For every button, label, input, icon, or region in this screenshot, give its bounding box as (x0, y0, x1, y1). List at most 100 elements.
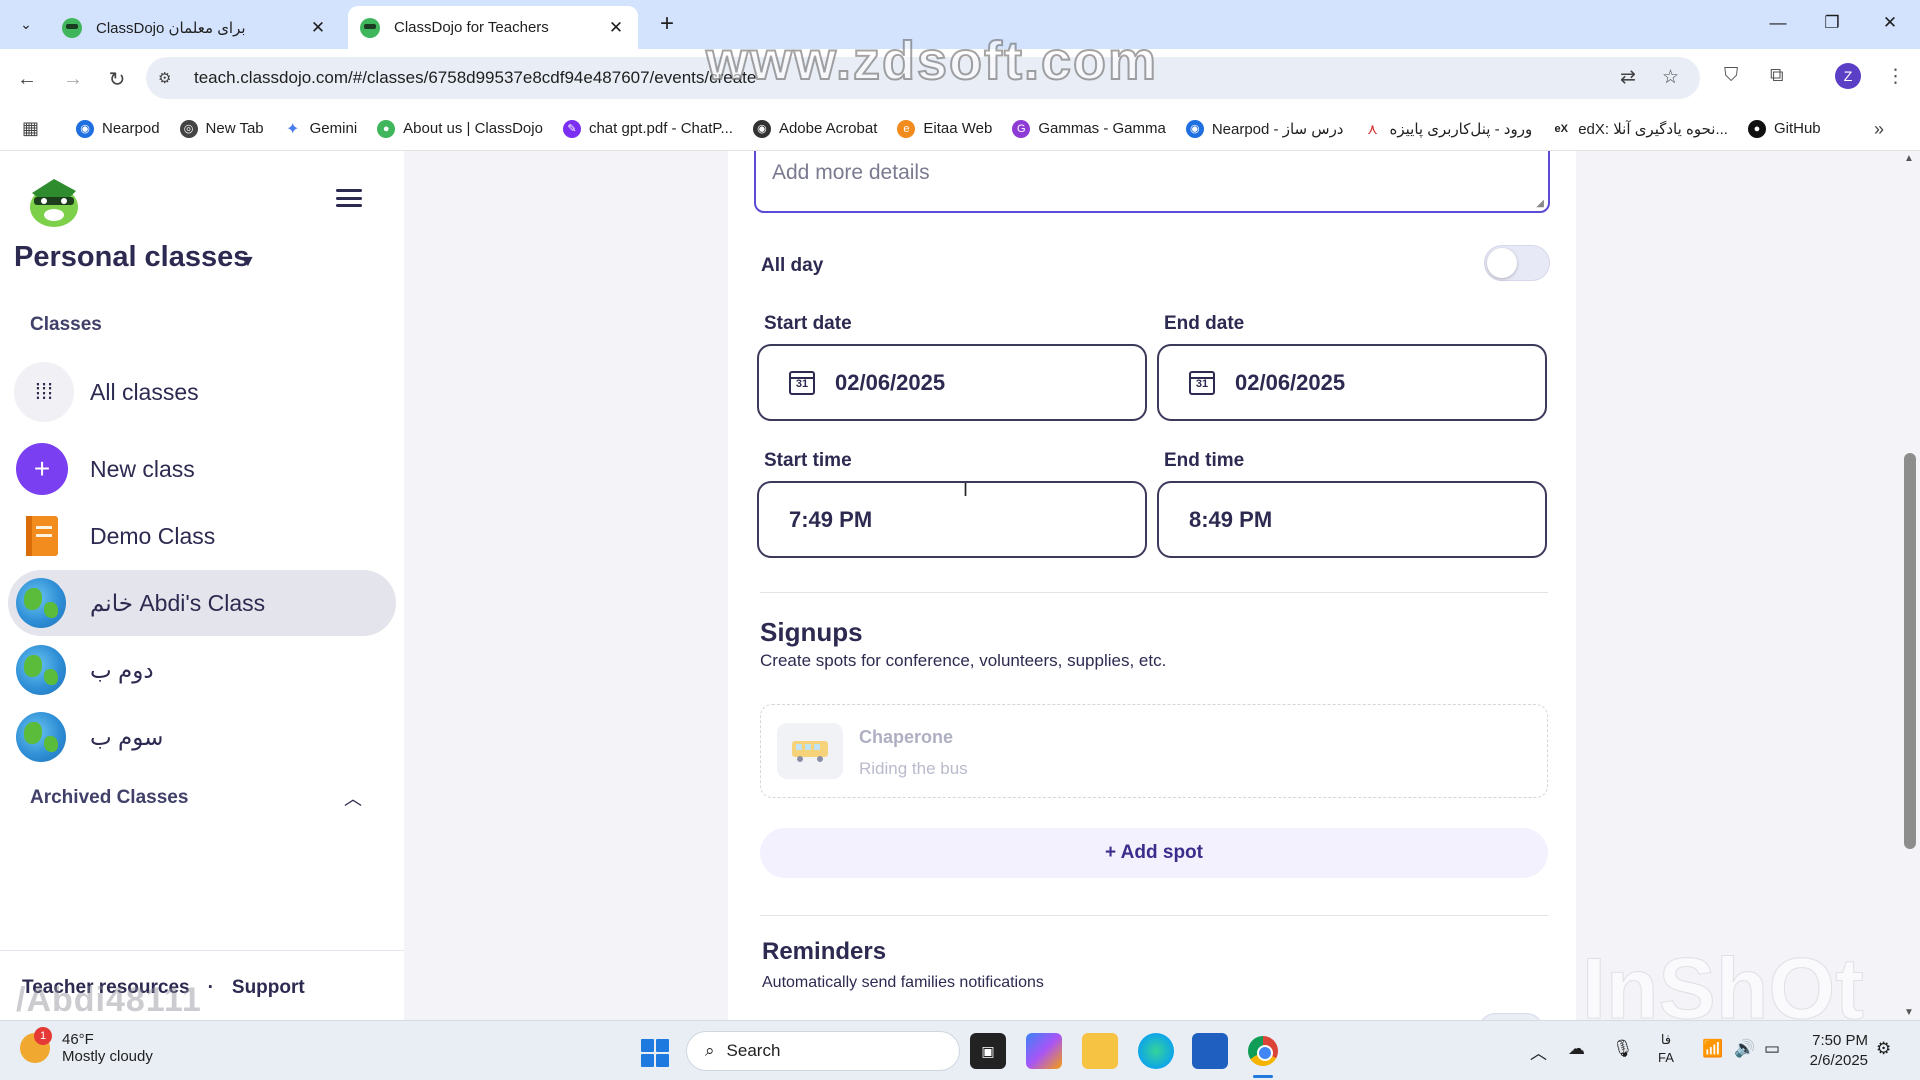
close-tab-icon[interactable]: ✕ (308, 18, 328, 38)
minimize-icon[interactable]: — (1756, 8, 1800, 38)
back-icon[interactable]: ← (12, 64, 42, 94)
all-day-toggle[interactable] (1484, 245, 1550, 281)
github-icon: ● (1747, 119, 1766, 138)
file-explorer-icon[interactable] (1082, 1033, 1118, 1069)
bookmark-item[interactable]: ⋏ ورود - پنل‌کاربری پاییزه (1364, 120, 1532, 138)
sidebar-item-abdi-class[interactable]: خانم Abdi's Class (8, 570, 396, 636)
copilot-icon[interactable] (1026, 1033, 1062, 1069)
caret-down-icon[interactable]: ▼ (240, 253, 256, 271)
profile-avatar[interactable]: Z (1835, 63, 1861, 89)
hamburger-menu-icon[interactable] (336, 189, 362, 207)
bookmark-item[interactable]: e Eitaa Web (897, 119, 992, 138)
spot-subtitle: Riding the bus (859, 759, 968, 778)
onedrive-icon[interactable]: ☁ (1568, 1039, 1585, 1059)
edge-icon[interactable] (1138, 1033, 1174, 1069)
language-indicator[interactable]: فا FA (1658, 1031, 1674, 1067)
chrome-taskbar-icon[interactable] (1245, 1033, 1281, 1069)
signups-heading: Signups (760, 617, 863, 647)
tab-classdojo-fa[interactable]: ClassDojo برای معلمان ✕ (50, 6, 340, 49)
wifi-icon[interactable]: 📶 (1702, 1039, 1723, 1059)
forward-icon[interactable]: → (58, 64, 88, 94)
sidebar-item-new-class[interactable]: + New class (8, 436, 396, 502)
weather-desc: Mostly cloudy (62, 1048, 153, 1065)
search-icon: ⌕ (705, 1041, 715, 1060)
url-text[interactable]: teach.classdojo.com/#/classes/6758d99537… (194, 68, 756, 88)
bus-icon (777, 723, 843, 779)
text-cursor-icon: I (963, 480, 969, 500)
close-tab-icon[interactable]: ✕ (606, 18, 626, 38)
nearpod-icon: ◉ (1185, 119, 1204, 138)
more-bookmarks-icon[interactable]: » (1874, 119, 1884, 140)
start-time-field[interactable]: 7:49 PM (757, 481, 1147, 558)
site-settings-icon[interactable]: ⚙ (158, 69, 188, 87)
sidebar-item-demo-class[interactable]: Demo Class (8, 503, 396, 569)
newtab-icon: ◎ (179, 119, 198, 138)
bookmark-item[interactable]: ● About us | ClassDojo (377, 119, 543, 138)
weather-widget[interactable]: 1 46°F Mostly cloudy (20, 1027, 153, 1065)
sidebar-item-all-classes[interactable]: ⁞⁞⁞ All classes (8, 359, 396, 425)
start-time-value: 7:49 PM (789, 506, 873, 532)
bookmark-item[interactable]: ◉ Nearpod - درس ساز (1185, 119, 1344, 138)
classdojo-logo-icon (30, 179, 78, 227)
page-scrollbar[interactable]: ▲ ▼ (1900, 151, 1920, 1020)
bookmark-item[interactable]: ◎ New Tab (179, 119, 264, 138)
restore-icon[interactable]: ❐ (1810, 8, 1854, 38)
bookmark-star-icon[interactable]: ☆ (1662, 66, 1679, 89)
end-date-value: 02/06/2025 (1235, 369, 1346, 395)
battery-icon[interactable]: ▭ (1764, 1039, 1780, 1059)
volume-icon[interactable]: 🔊 (1734, 1039, 1755, 1059)
shield-extension-icon[interactable]: ⛉ (1724, 65, 1738, 87)
extensions-puzzle-icon[interactable]: ⧉ (1770, 65, 1784, 87)
notification-center-icon[interactable]: ⚙ (1876, 1039, 1891, 1059)
end-date-field[interactable]: 31 02/06/2025 (1157, 344, 1547, 421)
bookmark-item[interactable]: G Gammas - Gamma (1012, 119, 1166, 138)
system-clock[interactable]: 7:50 PM 2/6/2025 (1796, 1031, 1868, 1071)
scrollbar-thumb[interactable] (1904, 453, 1916, 849)
reminders-toggle[interactable] (1478, 1013, 1544, 1020)
start-date-field[interactable]: 31 02/06/2025 (757, 344, 1147, 421)
search-label: Search (726, 1041, 781, 1060)
end-time-field[interactable]: 8:49 PM (1157, 481, 1547, 558)
add-spot-button[interactable]: + Add spot (760, 828, 1548, 878)
sidebar-title[interactable]: Personal classes (14, 241, 249, 274)
bookmark-item[interactable]: ◉ Nearpod (76, 119, 160, 138)
browser-menu-icon[interactable]: ⋮ (1886, 65, 1905, 88)
resize-grip-icon[interactable]: ◢ (1536, 198, 1544, 209)
details-textarea[interactable]: Add more details ◢ (754, 151, 1550, 213)
notification-dot (58, 578, 66, 592)
tab-search-dropdown-icon[interactable]: ⌄ (12, 10, 40, 38)
sidebar-item-class-sevom-b[interactable]: سوم ب (8, 704, 396, 770)
edx-icon: eX (1554, 122, 1568, 135)
taskbar-search[interactable]: ⌕ Search (686, 1031, 960, 1071)
reload-icon[interactable]: ↻ (102, 64, 132, 94)
bookmark-item[interactable]: ◉ Adobe Acrobat (752, 119, 877, 138)
bookmark-item[interactable]: eX edX: نحوه یادگیری آنلا... (1552, 120, 1727, 138)
translate-icon[interactable]: ⇄ (1620, 66, 1636, 89)
store-icon[interactable] (1192, 1033, 1228, 1069)
task-view-icon[interactable]: ▣ (970, 1033, 1006, 1069)
event-form-panel: Add more details ◢ All day Start date En… (728, 151, 1576, 1020)
bookmark-item[interactable]: ● GitHub (1747, 119, 1821, 138)
bookmark-item[interactable]: ✎ chat gpt.pdf - ChatP... (562, 119, 733, 138)
apps-grid-icon[interactable]: ▦ (22, 118, 44, 139)
windows-start-icon[interactable] (641, 1039, 669, 1067)
weather-icon: 1 (20, 1027, 52, 1063)
scroll-up-icon[interactable]: ▲ (1904, 153, 1914, 164)
archived-classes-label[interactable]: Archived Classes (30, 787, 188, 809)
tab-title: ClassDojo برای معلمان (96, 19, 246, 37)
tab-classdojo-teachers[interactable]: ClassDojo for Teachers ✕ (348, 6, 638, 49)
new-tab-icon[interactable]: + (652, 10, 682, 38)
chevron-up-icon[interactable]: ︿ (344, 785, 362, 811)
tab-title: ClassDojo for Teachers (394, 19, 549, 36)
microphone-icon[interactable]: 🎙 (1612, 1039, 1634, 1059)
spot-title: Chaperone (859, 727, 954, 747)
support-link[interactable]: Support (232, 977, 305, 998)
close-window-icon[interactable]: ✕ (1868, 8, 1912, 38)
signup-spot-example[interactable]: Chaperone Riding the bus (760, 704, 1548, 798)
scroll-down-icon[interactable]: ▼ (1904, 1007, 1914, 1018)
end-time-label: End time (1164, 450, 1245, 471)
nearpod-icon: ◉ (76, 119, 94, 138)
sidebar-item-class-dovom-b[interactable]: دوم ب (8, 637, 396, 703)
tray-overflow-icon[interactable]: ︿ (1530, 1039, 1547, 1064)
bookmark-item[interactable]: ✦ Gemini (284, 120, 357, 138)
